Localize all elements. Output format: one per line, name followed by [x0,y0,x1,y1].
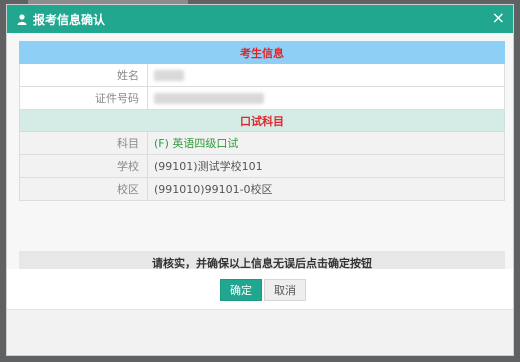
subject-value: (F) 英语四级口试 [147,131,505,155]
table-row: 校区 (991010)99101-0校区 [19,177,505,201]
field-label: 科目 [19,131,148,155]
table-row: 学校 (99101)测试学校101 [19,154,505,178]
dialog-bottom-area [7,309,513,355]
school-value: (99101)测试学校101 [147,154,505,178]
section-header-candidate: 考生信息 [19,41,505,64]
section-title: 考生信息 [19,41,505,64]
close-button[interactable]: × [492,10,505,26]
redacted-name [154,70,184,81]
table-row: 姓名 [19,63,505,87]
id-number-value [147,86,505,110]
section-header-exam: 口试科目 [19,109,505,132]
info-table: 考生信息 姓名 证件号码 口试科目 科目 (F) 英语四级口试 学校 (9910… [19,41,505,201]
campus-value: (991010)99101-0校区 [147,177,505,201]
dialog-footer: 确定 取消 [7,269,513,309]
dialog-header: 报考信息确认 × [7,5,513,33]
table-row: 科目 (F) 英语四级口试 [19,131,505,155]
name-value [147,63,505,87]
user-icon [15,12,29,26]
confirm-button[interactable]: 确定 [220,279,262,301]
redacted-id-number [154,93,264,104]
section-title: 口试科目 [19,109,505,132]
field-label: 校区 [19,177,148,201]
cancel-button[interactable]: 取消 [264,279,306,301]
field-label: 姓名 [19,63,148,87]
field-label: 证件号码 [19,86,148,110]
dialog-title: 报考信息确认 [33,12,106,27]
table-row: 证件号码 [19,86,505,110]
confirm-dialog: 报考信息确认 × 考生信息 姓名 证件号码 口试科目 科目 (F) 英语四级口试 [6,4,514,356]
field-label: 学校 [19,154,148,178]
